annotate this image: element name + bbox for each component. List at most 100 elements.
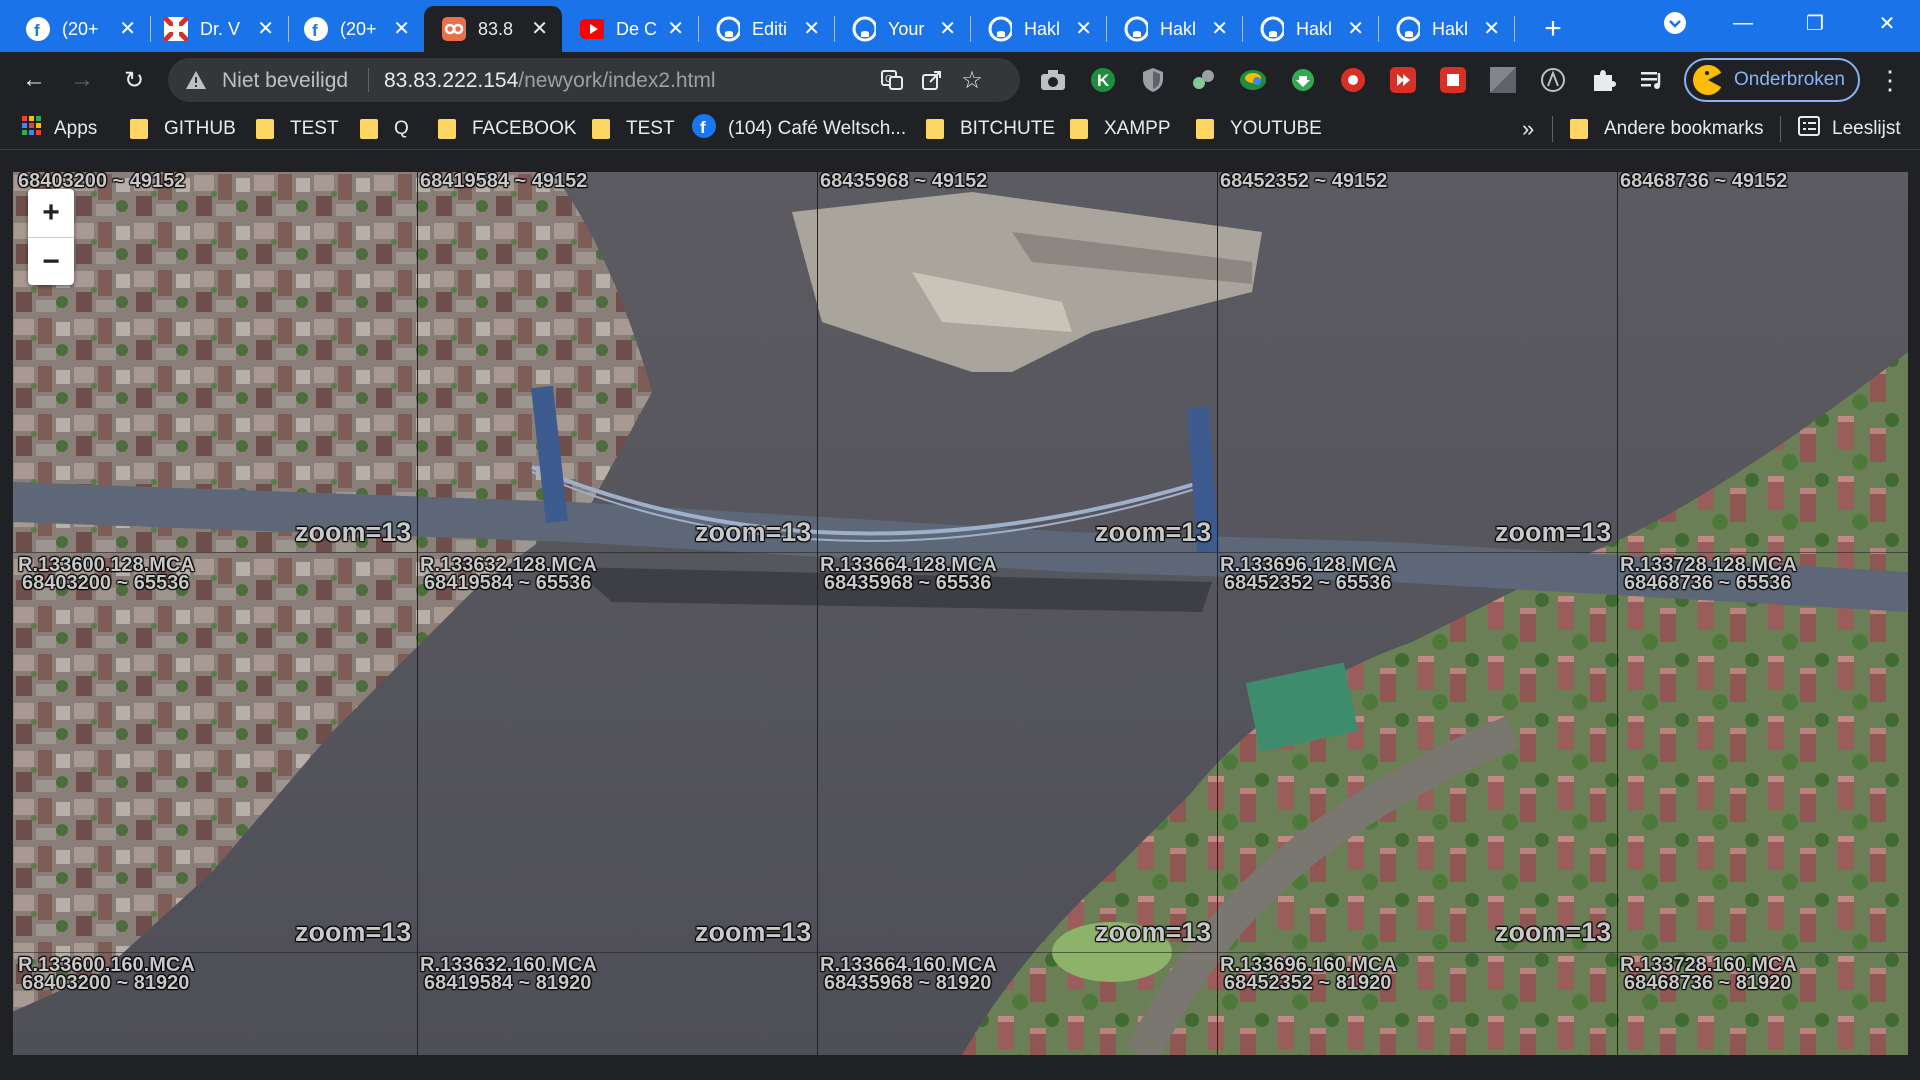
bookmark-folder-test[interactable]: TEST xyxy=(256,117,339,141)
tile-file-label: R.133696.160.MCA 68452352 ~ 81920 xyxy=(1220,954,1397,994)
folder-icon xyxy=(592,119,610,139)
bookmark-folder-youtube[interactable]: YOUTUBE xyxy=(1196,117,1322,141)
k-extension-icon[interactable]: K xyxy=(1089,66,1117,94)
facebook-icon: f xyxy=(692,114,716,144)
tile-file-label: R.133632.128.MCA 68419584 ~ 65536 xyxy=(420,554,597,594)
profile-button[interactable]: Onderbroken xyxy=(1684,58,1860,102)
zoom-out-button[interactable]: − xyxy=(28,237,74,285)
new-tab-plus-icon[interactable]: + xyxy=(1518,6,1588,52)
close-icon[interactable]: ✕ xyxy=(1347,19,1364,39)
tile-file-label: R.133632.160.MCA 68419584 ~ 81920 xyxy=(420,954,597,994)
close-icon[interactable]: ✕ xyxy=(939,19,956,39)
svg-text:f: f xyxy=(312,21,318,40)
tab-8[interactable]: Hakl ✕ xyxy=(970,6,1106,52)
bookmark-star-icon[interactable]: ☆ xyxy=(958,66,986,94)
tab-divider xyxy=(1514,16,1515,42)
close-icon[interactable]: ✕ xyxy=(531,19,548,39)
extensions-puzzle-icon[interactable] xyxy=(1589,66,1617,94)
tile-zoom-label: zoom=13 xyxy=(695,517,812,547)
close-icon[interactable]: ✕ xyxy=(1211,19,1228,39)
tab-3[interactable]: f (20+ ✕ xyxy=(288,6,424,52)
bookmark-folder-github[interactable]: GITHUB xyxy=(130,117,236,141)
bookmark-folder-bitchute[interactable]: BITCHUTE xyxy=(926,117,1055,141)
record-icon[interactable] xyxy=(1339,66,1367,94)
folder-icon xyxy=(130,119,148,139)
zoom-in-button[interactable]: + xyxy=(28,189,74,237)
bookmark-other-folder[interactable]: Andere bookmarks xyxy=(1570,117,1763,141)
circle-a-icon[interactable] xyxy=(1539,66,1567,94)
bookmark-folder-q[interactable]: Q xyxy=(360,117,409,141)
tab-9[interactable]: Hakl ✕ xyxy=(1106,6,1242,52)
folder-icon xyxy=(1196,119,1214,139)
bookmarks-overflow-chevron[interactable]: » xyxy=(1522,116,1534,141)
tab-1[interactable]: f (20+ ✕ xyxy=(0,6,150,52)
close-icon[interactable]: ✕ xyxy=(1075,19,1092,39)
grid-line-vertical xyxy=(417,172,418,1055)
reload-icon[interactable]: ↻ xyxy=(114,60,154,100)
tile-coord-label: 68403200 ~ 49152 xyxy=(18,172,186,192)
shield-icon[interactable] xyxy=(1139,66,1167,94)
grid-line-vertical xyxy=(12,172,13,1055)
bookmark-label: GITHUB xyxy=(164,118,236,139)
address-bar[interactable]: Niet beveiligd 83.83.222.154/newyork/ind… xyxy=(168,58,1020,102)
url-text[interactable]: 83.83.222.154/newyork/index2.html xyxy=(384,69,716,93)
puzzle-arrows-icon[interactable] xyxy=(1189,66,1217,94)
tile-file-label: R.133696.128.MCA 68452352 ~ 65536 xyxy=(1220,554,1397,594)
stop-square-icon[interactable] xyxy=(1439,66,1467,94)
reading-list-icon xyxy=(1798,116,1820,142)
tab-10[interactable]: Hakl ✕ xyxy=(1242,6,1378,52)
tile-coord-label: 68419584 ~ 49152 xyxy=(420,172,588,192)
translate-icon[interactable]: G xyxy=(878,66,906,94)
close-icon[interactable]: ✕ xyxy=(803,19,820,39)
tile-file-label: R.133600.128.MCA 68403200 ~ 65536 xyxy=(18,554,195,594)
bookmark-label: BITCHUTE xyxy=(960,118,1055,139)
tab-title: 83.8 xyxy=(478,18,514,39)
close-icon[interactable]: ✕ xyxy=(119,19,136,39)
download-icon[interactable] xyxy=(1289,66,1317,94)
media-queue-icon[interactable] xyxy=(1639,66,1667,94)
close-icon[interactable]: ✕ xyxy=(393,19,410,39)
close-window-icon[interactable]: ✕ xyxy=(1852,0,1920,46)
close-icon[interactable]: ✕ xyxy=(667,19,684,39)
bookmark-label: Apps xyxy=(54,118,98,139)
bookmark-apps[interactable]: Apps xyxy=(22,116,98,141)
tab-title: Hakl xyxy=(1024,18,1061,39)
svg-text:f: f xyxy=(34,21,40,40)
tile-file-label: R.133728.160.MCA 68468736 ~ 81920 xyxy=(1620,954,1797,994)
folder-icon xyxy=(360,119,378,139)
facebook-icon: f xyxy=(304,17,328,41)
restore-icon[interactable]: ❐ xyxy=(1780,0,1850,46)
back-arrow-icon[interactable]: ← xyxy=(14,60,54,100)
bookmark-folder-test-2[interactable]: TEST xyxy=(592,117,675,141)
reading-list-button[interactable]: Leeslijst xyxy=(1798,116,1901,142)
security-status[interactable]: Niet beveiligd xyxy=(222,69,348,93)
tab-5[interactable]: De C ✕ xyxy=(562,6,698,52)
bookmark-folder-facebook[interactable]: FACEBOOK xyxy=(438,117,577,141)
tab-4-active[interactable]: 83.8 ✕ xyxy=(424,6,562,52)
tab-title: Editi xyxy=(752,18,788,39)
share-icon[interactable] xyxy=(918,66,946,94)
tile-file-label: R.133728.128.MCA 68468736 ~ 65536 xyxy=(1620,554,1797,594)
close-icon[interactable]: ✕ xyxy=(257,19,274,39)
gray-tile-icon[interactable] xyxy=(1489,66,1517,94)
profile-label: Onderbroken xyxy=(1734,69,1845,90)
close-icon[interactable]: ✕ xyxy=(1483,19,1500,39)
camera-icon[interactable] xyxy=(1039,66,1067,94)
media-skip-icon[interactable] xyxy=(1389,66,1417,94)
tab-7[interactable]: Your ✕ xyxy=(834,6,970,52)
bookmark-cafe-weltschmerz[interactable]: f (104) Café Weltsch... xyxy=(692,114,906,144)
bookmark-label: Andere bookmarks xyxy=(1604,118,1764,139)
tab-6[interactable]: Editi ✕ xyxy=(698,6,834,52)
bookmark-folder-xampp[interactable]: XAMPP xyxy=(1070,117,1171,141)
forward-arrow-icon[interactable]: → xyxy=(62,60,102,100)
tab-search-chevron-icon[interactable] xyxy=(1640,0,1710,46)
tab-2[interactable]: Dr. V ✕ xyxy=(150,6,288,52)
tab-title: Hakl xyxy=(1432,18,1469,39)
kebab-menu-icon[interactable]: ⋮ xyxy=(1870,60,1910,100)
tile-zoom-label: zoom=13 xyxy=(1495,517,1612,547)
bookmark-label: TEST xyxy=(290,118,339,139)
map-viewport[interactable]: 68403200 ~ 49152 68419584 ~ 49152 684359… xyxy=(12,172,1908,1055)
globe-extension-icon[interactable] xyxy=(1239,66,1267,94)
tab-11[interactable]: Hakl ✕ xyxy=(1378,6,1514,52)
minimize-icon[interactable]: — xyxy=(1708,0,1778,46)
